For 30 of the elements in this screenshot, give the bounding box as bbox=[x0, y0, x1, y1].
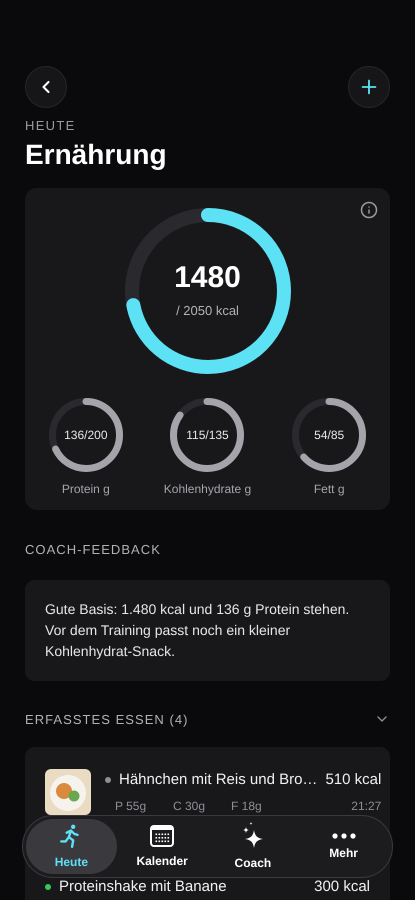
meal-name[interactable]: Proteinshake mit Banane bbox=[59, 876, 306, 898]
macro-label: Protein g bbox=[62, 481, 110, 498]
macro-reading: 115/135 bbox=[186, 427, 229, 444]
meal-kcal: 300 kcal bbox=[314, 877, 370, 897]
feedback-text: Gute Basis: 1.480 kcal und 136 g Protein stehen. Vor dem Training passt noch ein kleiner Kohlenhydrat-Snack. bbox=[45, 600, 350, 661]
macro-amount: C 30g bbox=[173, 798, 206, 812]
macro-amount: F 18g bbox=[231, 798, 262, 812]
macro-label: Kohlenhydrate g bbox=[164, 481, 252, 498]
macro-amount: P 55g bbox=[115, 798, 148, 812]
page-title: Ernährung bbox=[25, 138, 167, 172]
section-heading: COACH-FEEDBACK bbox=[25, 541, 161, 559]
info-icon[interactable] bbox=[360, 201, 378, 219]
tab-button[interactable]: Kalender bbox=[116, 819, 208, 874]
calorie-value: 1480 bbox=[174, 261, 241, 296]
back-button[interactable] bbox=[25, 66, 67, 108]
add-button[interactable] bbox=[348, 66, 390, 108]
tab-button[interactable]: Coach bbox=[208, 819, 298, 874]
meal-kcal: 510 kcal bbox=[325, 770, 382, 790]
macro-reading: 54/85 bbox=[314, 427, 344, 444]
tab-button[interactable]: Mehr bbox=[298, 819, 389, 874]
section-heading: ERFASSTES ESSEN (4) bbox=[25, 710, 189, 729]
macro-reading: 136/200 bbox=[64, 427, 108, 444]
eyebrow-label: HEUTE bbox=[25, 118, 76, 134]
meal-time: 21:27 bbox=[351, 798, 382, 812]
tab-button[interactable]: Heute bbox=[26, 819, 117, 874]
calorie-target: / 2050 kcal bbox=[176, 302, 239, 320]
meal-name[interactable]: Hähnchen mit Reis und Bro… bbox=[119, 769, 318, 792]
calendar-icon bbox=[149, 824, 176, 848]
macro-label: Fett g bbox=[314, 481, 344, 498]
more-icon bbox=[330, 832, 357, 840]
